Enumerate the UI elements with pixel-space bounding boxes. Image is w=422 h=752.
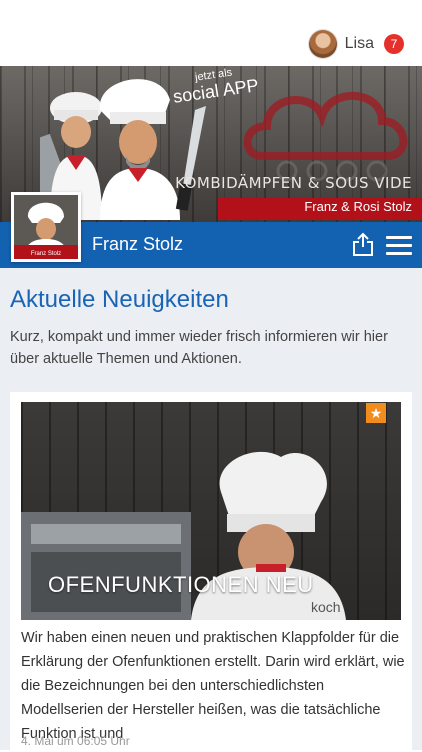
brand-owners: Franz & Rosi Stolz (304, 199, 412, 214)
top-bar: Lisa 7 (0, 0, 422, 66)
notification-badge[interactable]: 7 (384, 34, 404, 54)
news-date: 4. Mai um 06:05 Uhr (21, 734, 130, 748)
star-icon[interactable]: ★ (366, 403, 386, 423)
user-avatar[interactable] (308, 30, 337, 58)
menu-icon[interactable] (386, 236, 412, 256)
news-text: Wir haben einen neuen und praktischen Kl… (21, 630, 405, 742)
image-watermark: koch (311, 599, 341, 615)
thumb-caption: Franz Stolz (31, 251, 61, 257)
profile-picture[interactable]: Franz Stolz (11, 192, 81, 262)
share-icon[interactable] (352, 232, 374, 256)
profile-chef-image: Franz Stolz (14, 195, 78, 259)
user-name[interactable]: Lisa (345, 35, 374, 53)
profile-name[interactable]: Franz Stolz (92, 234, 183, 255)
news-title[interactable]: OFENFUNKTIONEN NEU (48, 572, 314, 598)
section-title: Aktuelle Neuigkeiten (10, 286, 229, 313)
user-menu[interactable]: Lisa 7 (308, 28, 404, 60)
section-intro: Kurz, kompakt und immer wieder frisch in… (10, 329, 388, 367)
brand-title: KOMBIDÄMPFEN & SOUS VIDE (175, 174, 412, 192)
